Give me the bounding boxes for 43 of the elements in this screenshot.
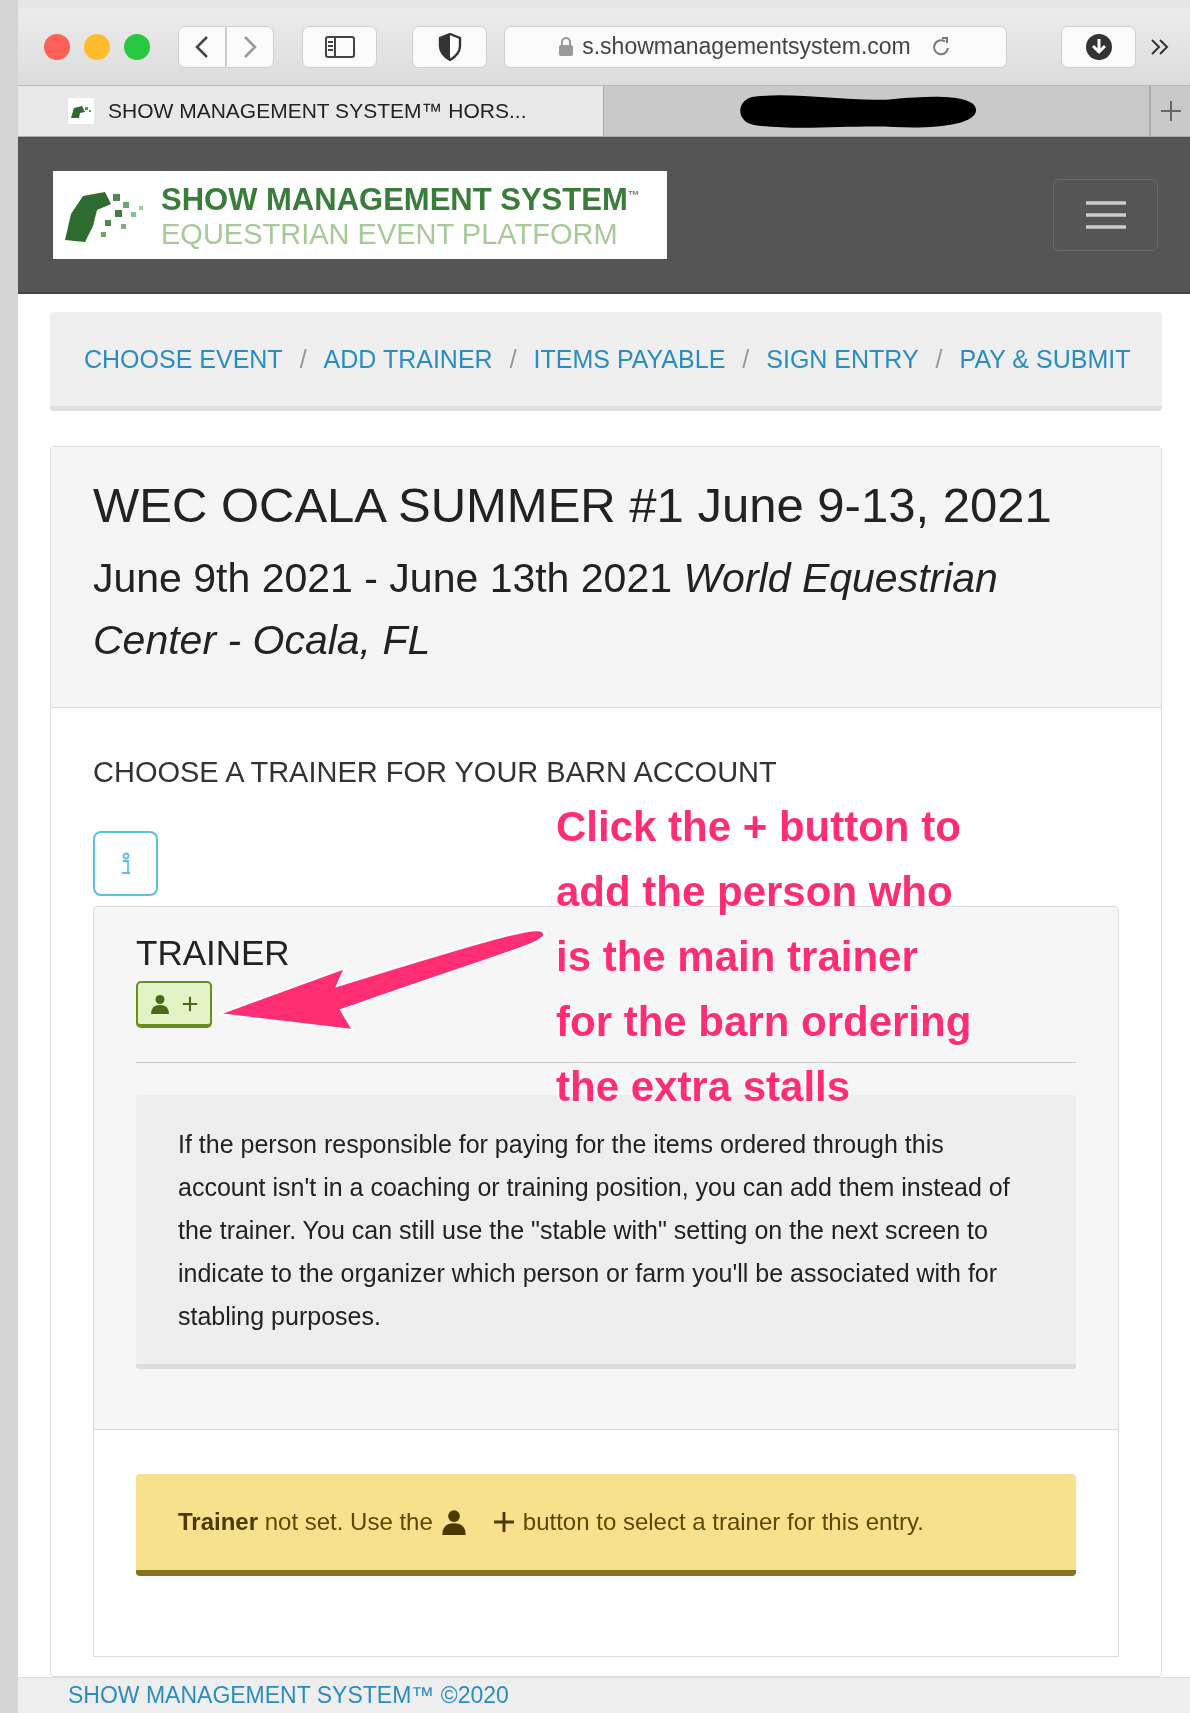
logo-subtitle: EQUESTRIAN EVENT PLATFORM bbox=[161, 217, 619, 252]
footer-text: SHOW MANAGEMENT SYSTEM™ ©2020 bbox=[18, 1677, 1190, 1713]
event-subtitle: June 9th 2021 - June 13th 2021 World Equestrian Center - Ocala, FL bbox=[93, 554, 999, 665]
breadcrumb-separator: / bbox=[742, 344, 750, 374]
download-icon bbox=[1084, 32, 1113, 61]
alert-text: button to select a trainer for this entry. bbox=[522, 1508, 924, 1536]
breadcrumb-link[interactable]: SIGN ENTRY bbox=[766, 344, 919, 374]
person-icon bbox=[440, 1509, 467, 1535]
chevron-left-icon bbox=[195, 34, 209, 59]
trainer-heading: TRAINER bbox=[136, 933, 290, 973]
plus-icon bbox=[492, 1511, 515, 1533]
window-control[interactable] bbox=[44, 33, 70, 60]
back-button[interactable] bbox=[178, 25, 226, 68]
logo-title: SHOW MANAGEMENT SYSTEM$^{™}$ bbox=[161, 181, 640, 218]
breadcrumb-link[interactable]: ITEMS PAYABLE bbox=[533, 344, 726, 374]
sidebar-button[interactable] bbox=[302, 25, 377, 68]
breadcrumb-separator: / bbox=[509, 344, 517, 374]
privacy-button[interactable] bbox=[412, 25, 487, 68]
menu-button[interactable] bbox=[1053, 178, 1158, 251]
alert-text: Trainer not set. Use the bbox=[178, 1508, 433, 1536]
shield-icon bbox=[437, 32, 462, 61]
browser-tab[interactable]: SHOW MANAGEMENT SYSTEM™ HORS... bbox=[18, 86, 604, 136]
person-icon bbox=[150, 993, 170, 1014]
breadcrumb-link[interactable]: PAY & SUBMIT bbox=[959, 344, 1131, 374]
chevron-right-icon bbox=[243, 34, 257, 59]
breadcrumb-separator: / bbox=[299, 344, 307, 374]
address-bar[interactable]: s.showmanagementsystem.com bbox=[504, 25, 1007, 68]
sidebar-icon bbox=[324, 35, 355, 58]
more-icon[interactable] bbox=[1150, 37, 1170, 56]
downloads-button[interactable] bbox=[1061, 25, 1136, 68]
logo[interactable]: SHOW MANAGEMENT SYSTEM$^{™}$ EQUESTRIAN EVENT PLATFORM bbox=[53, 170, 667, 259]
plus-icon bbox=[1159, 100, 1182, 122]
menu-icon bbox=[1084, 199, 1127, 230]
breadcrumb-link[interactable]: ADD TRAINER bbox=[323, 344, 493, 374]
breadcrumb-separator: / bbox=[935, 344, 943, 374]
breadcrumb-link[interactable]: CHOOSE EVENT bbox=[84, 344, 283, 374]
lock-icon bbox=[558, 36, 575, 57]
event-title: WEC OCALA SUMMER #1 June 9-13, 2021 bbox=[93, 477, 1053, 534]
info-icon bbox=[119, 851, 132, 876]
add-trainer-button[interactable] bbox=[136, 981, 212, 1028]
plus-icon bbox=[182, 995, 198, 1012]
section-title: CHOOSE A TRAINER FOR YOUR BARN ACCOUNT bbox=[93, 756, 778, 789]
favicon bbox=[68, 98, 94, 124]
